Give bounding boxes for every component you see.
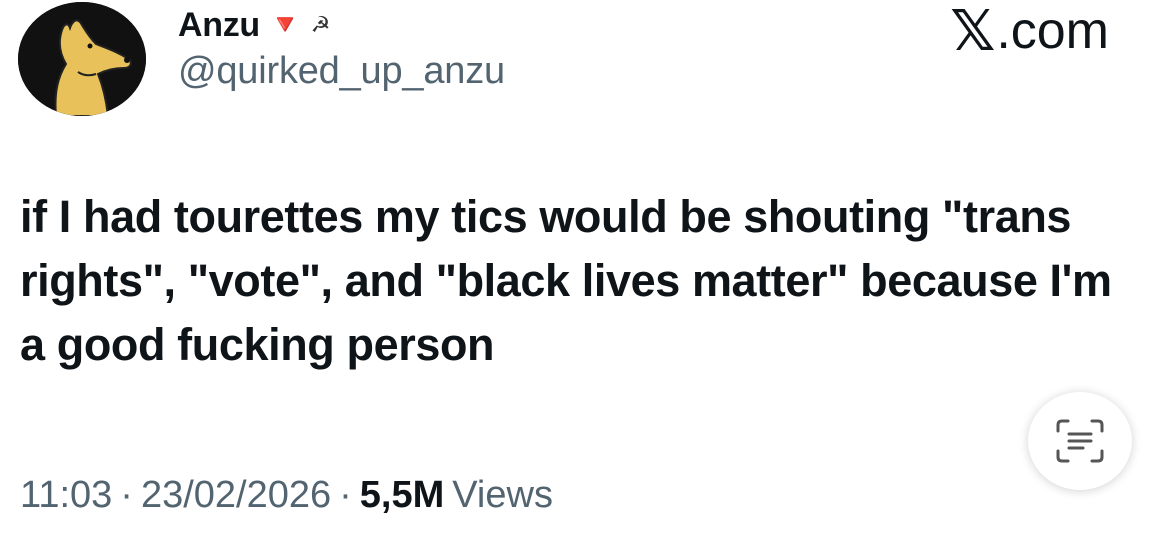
site-logo: 𝕏 .com — [950, 0, 1109, 64]
post-date[interactable]: 23/02/2026 — [141, 474, 331, 517]
meta-separator: · — [120, 474, 133, 516]
post-meta: 11:03 · 23/02/2026 · 5,5M Views — [20, 474, 553, 517]
views-count: 5,5M — [359, 474, 445, 516]
avatar[interactable] — [18, 2, 146, 116]
author-name-row: Anzu 🔻 ☭ — [178, 2, 331, 48]
meta-separator: · — [339, 474, 352, 516]
scan-text-button[interactable] — [1028, 392, 1132, 490]
author-handle[interactable]: @quirked_up_anzu — [178, 50, 505, 93]
avatar-dog-illustration-icon — [18, 2, 146, 116]
hammer-sickle-icon: ☭ — [310, 12, 331, 37]
author-display-name[interactable]: Anzu — [178, 6, 260, 45]
views-label: Views — [452, 474, 553, 516]
scan-text-icon — [1056, 419, 1104, 463]
post-time[interactable]: 11:03 — [20, 474, 112, 517]
site-logo-text: .com — [996, 2, 1109, 60]
x-logo-icon: 𝕏 — [950, 0, 996, 62]
red-down-triangle-icon: 🔻 — [267, 9, 303, 40]
post-text: if I had tourettes my tics would be shou… — [20, 191, 1112, 370]
